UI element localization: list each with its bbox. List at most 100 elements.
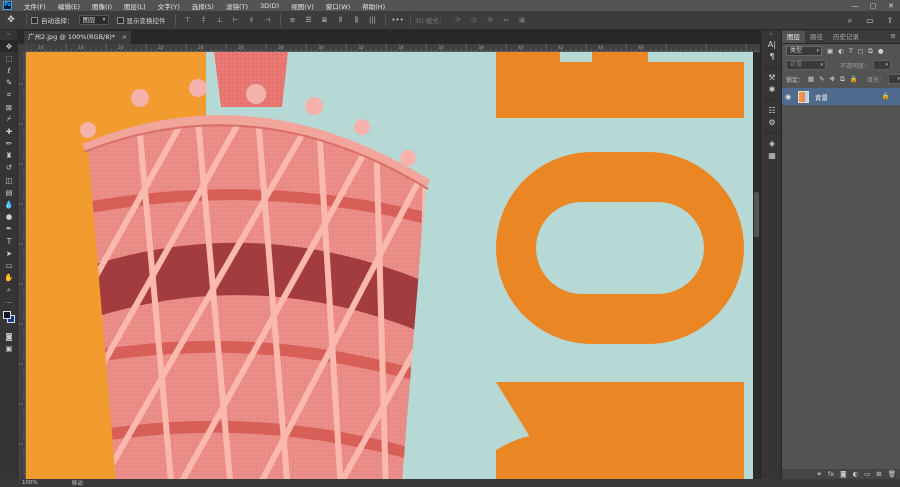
- lasso-tool-icon[interactable]: ℓ: [0, 64, 18, 76]
- filter-shape-icon[interactable]: ◻: [858, 47, 863, 55]
- menu-window[interactable]: 窗口(W): [320, 1, 357, 11]
- blur-tool-icon[interactable]: 💧: [0, 198, 18, 210]
- lock-transparent-icon[interactable]: ▦: [808, 75, 814, 83]
- clone-stamp-tool-icon[interactable]: ♜: [0, 150, 18, 162]
- channels-panel-icon[interactable]: ◈: [761, 137, 783, 150]
- menu-view[interactable]: 视图(V): [285, 1, 320, 11]
- lock-artboard-icon[interactable]: ⧉: [840, 75, 845, 84]
- align-top-icon[interactable]: ⊤: [182, 14, 194, 26]
- search-icon[interactable]: ⌕: [840, 16, 860, 26]
- path-select-tool-icon[interactable]: ➤: [0, 247, 18, 259]
- document-tab[interactable]: 广州2.jpg @ 100%(RGB/8)* ×: [24, 31, 132, 44]
- healing-brush-tool-icon[interactable]: ✚: [0, 125, 18, 137]
- history-brush-tool-icon[interactable]: ↺: [0, 162, 18, 174]
- marquee-tool-icon[interactable]: ⬚: [0, 52, 18, 64]
- align-hcenter-icon[interactable]: ⫲: [246, 14, 258, 26]
- align-bottom-icon[interactable]: ⊥: [214, 14, 226, 26]
- distribute-bottom-icon[interactable]: ≣: [319, 14, 331, 26]
- zoom-level[interactable]: 100%: [22, 480, 38, 486]
- horizontal-ruler[interactable]: 16 18 20 22 24 26 28 30 32 34 36 38 40 42 44 46: [26, 44, 760, 52]
- align-vcenter-icon[interactable]: ⫩: [198, 14, 210, 26]
- shape-tool-icon[interactable]: ▭: [0, 259, 18, 271]
- more-options-icon[interactable]: •••: [391, 14, 403, 26]
- type-tool-icon[interactable]: T: [0, 235, 18, 247]
- filter-smart-object-icon[interactable]: ⧉: [868, 47, 873, 56]
- menu-filter[interactable]: 滤镜(T): [220, 1, 254, 11]
- lock-all-icon[interactable]: 🔒: [850, 75, 858, 83]
- crop-tool-icon[interactable]: ⌗: [0, 89, 18, 101]
- layer-style-icon[interactable]: fx: [828, 470, 834, 478]
- filter-type-icon[interactable]: T: [849, 47, 853, 55]
- photoshop-logo[interactable]: Ps: [3, 1, 12, 10]
- filter-toggle-icon[interactable]: ●: [878, 47, 884, 55]
- adjustment-layer-icon[interactable]: ◐: [852, 470, 858, 478]
- vertical-ruler[interactable]: [18, 44, 26, 479]
- gradient-tool-icon[interactable]: ▤: [0, 186, 18, 198]
- lock-icon[interactable]: 🔒: [882, 92, 890, 100]
- vertical-scrollbar[interactable]: [753, 52, 760, 479]
- move-tool-icon[interactable]: ✥: [0, 40, 18, 53]
- panel-grip[interactable]: «: [761, 30, 781, 38]
- color-swatches[interactable]: [0, 308, 18, 330]
- eraser-tool-icon[interactable]: ◫: [0, 174, 18, 186]
- menu-3d[interactable]: 3D(D): [254, 2, 285, 10]
- share-icon[interactable]: ⇪: [880, 16, 900, 25]
- menu-edit[interactable]: 编辑(E): [52, 1, 86, 11]
- menu-help[interactable]: 帮助(H): [356, 1, 391, 11]
- adjustments-panel-icon[interactable]: ☷: [761, 104, 783, 117]
- distribute-right-icon[interactable]: |||: [367, 14, 379, 26]
- align-right-icon[interactable]: ⊣: [262, 14, 274, 26]
- properties-panel-icon[interactable]: ⚙: [761, 117, 783, 130]
- scrollbar-thumb[interactable]: [754, 192, 759, 237]
- close-button[interactable]: ✕: [882, 0, 900, 11]
- zoom-tool-icon[interactable]: ⌕: [0, 284, 18, 296]
- move-icon[interactable]: ✥: [0, 11, 22, 30]
- filter-type-dropdown[interactable]: 类型: [786, 46, 822, 56]
- new-group-icon[interactable]: ▭: [864, 470, 870, 478]
- lock-image-icon[interactable]: ✎: [819, 75, 824, 83]
- hand-tool-icon[interactable]: ✋: [0, 272, 18, 284]
- filter-adjustment-icon[interactable]: ◐: [838, 47, 844, 55]
- brush-tool-icon[interactable]: ✏: [0, 138, 18, 150]
- close-tab-icon[interactable]: ×: [122, 31, 127, 44]
- align-left-icon[interactable]: ⊢: [230, 14, 242, 26]
- menu-select[interactable]: 选择(S): [186, 1, 220, 11]
- layer-row[interactable]: ◉ 背景 🔒: [782, 88, 900, 105]
- tab-layers[interactable]: 图层: [782, 31, 805, 43]
- menu-layer[interactable]: 图层(L): [118, 1, 152, 11]
- maximize-button[interactable]: ▢: [864, 0, 882, 11]
- canvas[interactable]: [26, 52, 753, 479]
- opacity-field[interactable]: [873, 60, 892, 70]
- tab-history[interactable]: 历史记录: [828, 31, 864, 43]
- panel-grip[interactable]: »: [0, 30, 17, 40]
- new-layer-icon[interactable]: ⊞: [876, 470, 881, 478]
- add-mask-icon[interactable]: ◙: [840, 470, 846, 478]
- eyedropper-tool-icon[interactable]: ⌿: [0, 113, 18, 125]
- auto-select-checkbox[interactable]: [31, 16, 38, 24]
- distribute-vcenter-icon[interactable]: ☰: [303, 14, 315, 26]
- menu-image[interactable]: 图像(I): [86, 1, 118, 11]
- paragraph-panel-icon[interactable]: ¶: [761, 51, 783, 64]
- eye-icon[interactable]: ◉: [782, 93, 794, 101]
- tool-presets-icon[interactable]: ⚒: [761, 71, 783, 84]
- menu-file[interactable]: 文件(F): [18, 1, 52, 11]
- swatches-panel-icon[interactable]: ▦: [761, 150, 783, 163]
- distribute-left-icon[interactable]: ⦀: [335, 14, 347, 26]
- tab-paths[interactable]: 路径: [805, 31, 828, 43]
- auto-select-target-dropdown[interactable]: 图层: [78, 15, 109, 25]
- show-transform-checkbox[interactable]: [116, 16, 124, 24]
- workspace-icon[interactable]: ▭: [860, 16, 880, 25]
- quick-mask-icon[interactable]: ◙: [0, 330, 18, 342]
- edit-toolbar-icon[interactable]: ⋯: [0, 296, 18, 308]
- fill-field[interactable]: [887, 74, 900, 84]
- blend-mode-dropdown[interactable]: 正常: [786, 60, 826, 70]
- panel-menu-icon[interactable]: ≡: [890, 32, 896, 40]
- frame-tool-icon[interactable]: ⊠: [0, 101, 18, 113]
- dodge-tool-icon[interactable]: ●: [0, 211, 18, 223]
- menu-type[interactable]: 文字(Y): [152, 1, 186, 11]
- screen-mode-icon[interactable]: ▣: [0, 342, 18, 354]
- minimize-button[interactable]: —: [846, 0, 864, 11]
- delete-layer-icon[interactable]: 🗑: [888, 470, 896, 478]
- ruler-origin[interactable]: [18, 44, 26, 52]
- quick-select-tool-icon[interactable]: ✎: [0, 77, 18, 89]
